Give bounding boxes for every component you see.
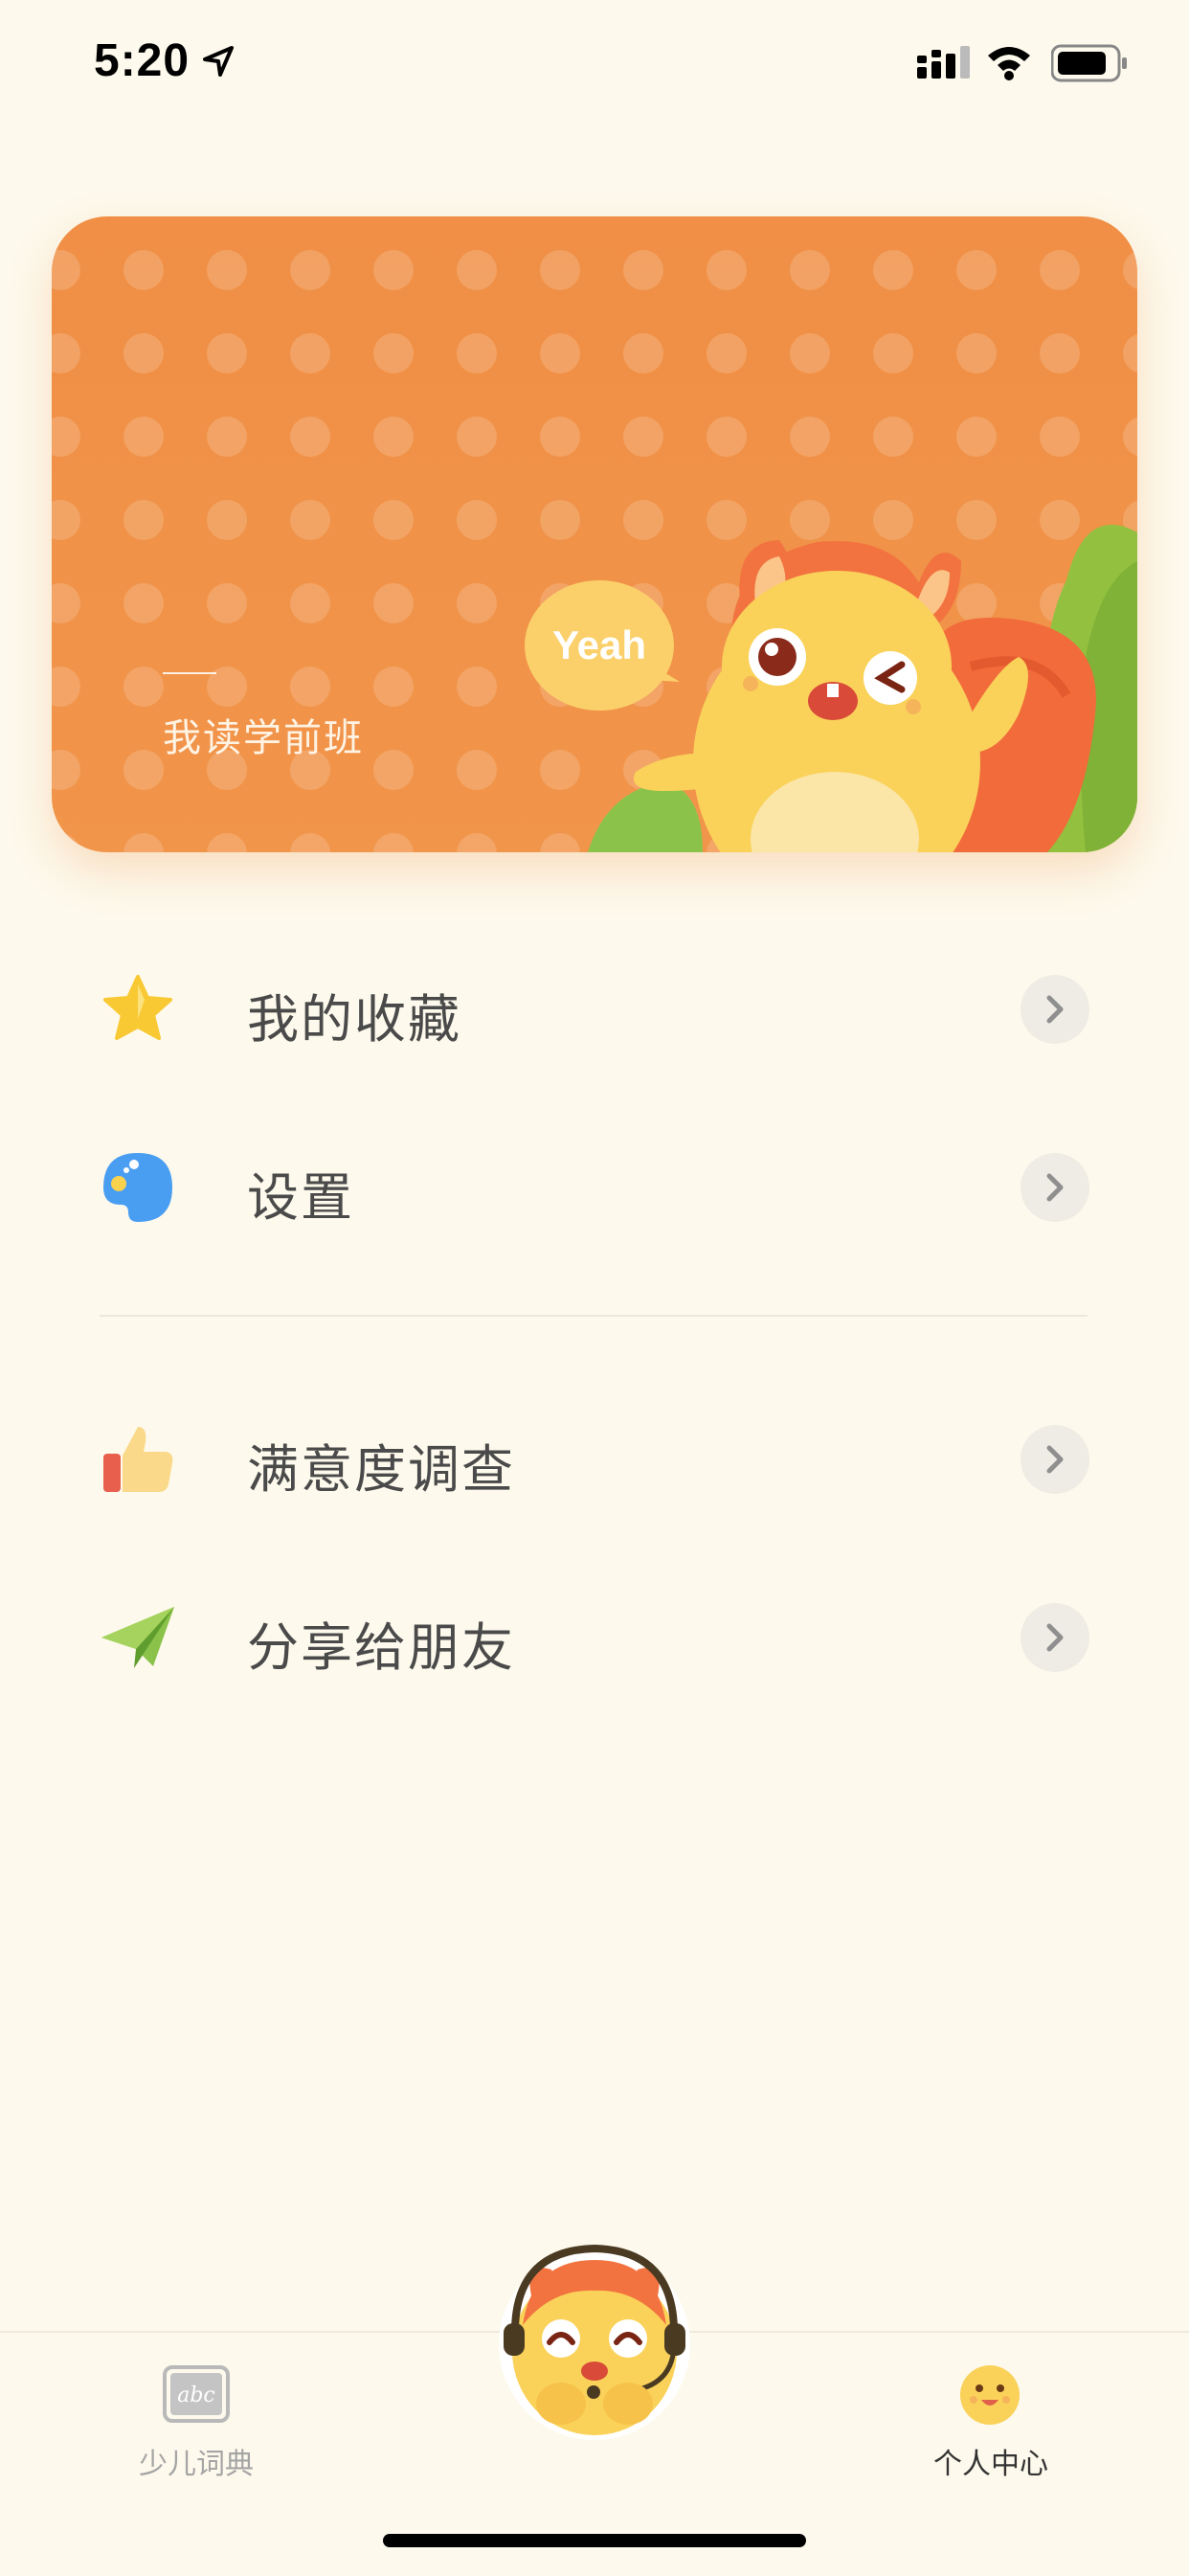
dictionary-icon: abc — [163, 2365, 230, 2423]
location-arrow-icon — [203, 46, 234, 77]
wifi-icon — [988, 47, 1030, 80]
squirrel-mascot-illustration: Yeah — [525, 524, 1137, 852]
menu-item-survey[interactable]: 满意度调查 — [96, 1398, 1091, 1503]
home-indicator[interactable] — [383, 2534, 806, 2547]
squirrel-headset-mascot-button[interactable] — [494, 2231, 695, 2442]
tab-label-profile: 个人中心 — [933, 2448, 1048, 2481]
chevron-right-icon — [1021, 1153, 1089, 1222]
bubble-text: Yeah — [552, 622, 646, 667]
tab-dictionary[interactable]: abc 少儿词典 — [124, 2360, 268, 2484]
paper-plane-icon — [101, 1607, 174, 1668]
thumbs-up-icon — [103, 1427, 173, 1492]
tab-profile[interactable]: 个人中心 — [919, 2360, 1063, 2484]
dictionary-icon-text: abc — [177, 2384, 215, 2407]
star-icon — [103, 975, 172, 1040]
status-bar: 5:20 — [0, 0, 1189, 126]
chevron-right-icon — [1021, 975, 1089, 1044]
menu-item-favorites[interactable]: 我的收藏 — [96, 948, 1091, 1053]
chevron-right-icon — [1021, 1425, 1089, 1494]
palette-icon — [103, 1153, 172, 1222]
status-time: 5:20 — [94, 35, 191, 86]
hero-banner-card[interactable]: 我读学前班 Yeah — [52, 216, 1137, 852]
menu-item-settings[interactable]: 设置 — [96, 1126, 1091, 1232]
tab-label-dictionary: 少儿词典 — [139, 2448, 254, 2481]
battery-icon — [1051, 44, 1127, 82]
cellular-signal-icon — [917, 46, 970, 79]
menu-label-settings: 设置 — [247, 1167, 354, 1228]
menu-divider — [100, 1315, 1088, 1317]
chevron-right-icon — [1021, 1603, 1089, 1672]
menu-label-share: 分享给朋友 — [247, 1617, 515, 1678]
menu-item-share[interactable]: 分享给朋友 — [96, 1576, 1091, 1682]
menu-label-survey: 满意度调查 — [247, 1439, 515, 1500]
smiley-face-icon — [960, 2365, 1020, 2425]
menu-label-favorites: 我的收藏 — [247, 989, 461, 1050]
